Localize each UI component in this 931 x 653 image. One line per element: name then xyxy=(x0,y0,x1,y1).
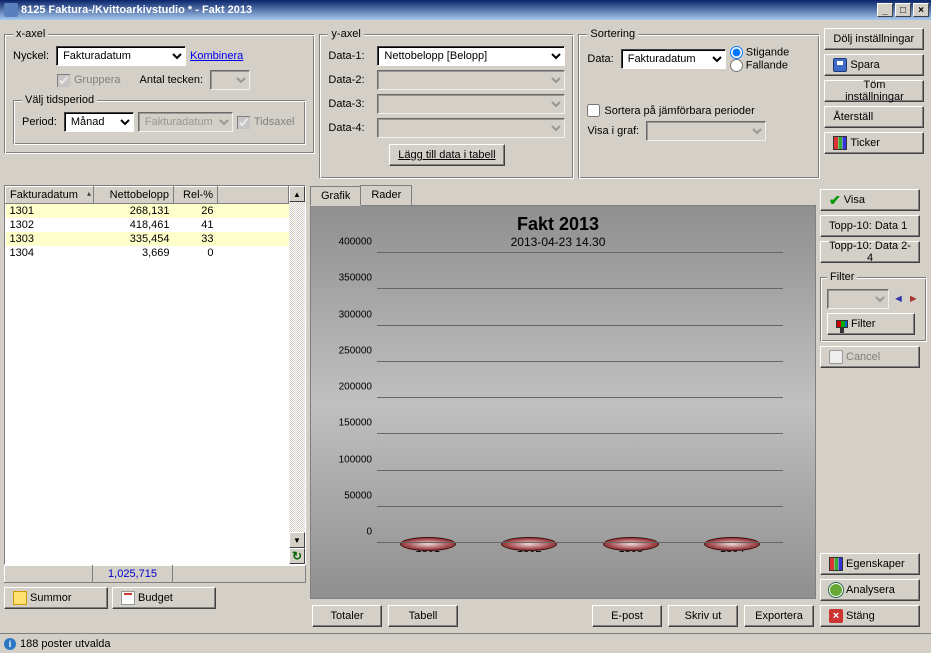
window-title-bar: 8125 Faktura-/Kvittoarkivstudio * - Fakt… xyxy=(0,0,931,20)
data-table: Fakturadatum▴ Nettobelopp Rel-% 1301268,… xyxy=(5,186,289,260)
properties-icon xyxy=(829,557,843,571)
table-row[interactable]: 1303335,45433 xyxy=(6,232,289,246)
chart-subtitle: 2013-04-23 14.30 xyxy=(329,235,787,249)
reset-button[interactable]: Återställ xyxy=(824,106,924,128)
compare-check[interactable] xyxy=(587,104,600,117)
minimize-button[interactable]: _ xyxy=(877,3,893,17)
analyze-icon xyxy=(829,583,843,597)
y-tick: 0 xyxy=(327,527,372,538)
budget-icon xyxy=(121,591,135,605)
tab-grafik[interactable]: Grafik xyxy=(310,186,361,206)
y-tick: 50000 xyxy=(327,490,372,501)
visa-button[interactable]: ✔Visa xyxy=(820,189,920,211)
tabell-button[interactable]: Tabell xyxy=(388,605,458,627)
app-icon xyxy=(4,3,18,17)
scroll-up-icon[interactable]: ▲ xyxy=(289,186,305,202)
y-tick: 400000 xyxy=(327,237,372,248)
window-title: 8125 Faktura-/Kvittoarkivstudio * - Fakt… xyxy=(21,4,252,16)
info-icon: i xyxy=(4,638,16,650)
hide-settings-button[interactable]: Dölj inställningar xyxy=(824,28,924,50)
budget-button[interactable]: Budget xyxy=(112,587,216,609)
y-tick: 100000 xyxy=(327,454,372,465)
tab-rader[interactable]: Rader xyxy=(360,185,412,205)
epost-button[interactable]: E-post xyxy=(592,605,662,627)
sort-asc-radio[interactable] xyxy=(730,46,743,59)
print-button[interactable]: Skriv ut xyxy=(668,605,738,627)
sort-group: Sortering Data: Fakturadatum Stigande Fa… xyxy=(578,28,820,179)
y-axis-group: y-axel Data-1:Nettobelopp [Belopp] Data-… xyxy=(319,28,574,179)
table-row[interactable]: 1301268,13126 xyxy=(6,204,289,219)
close-icon: × xyxy=(829,609,843,623)
scroll-down-icon[interactable]: ▼ xyxy=(289,532,305,548)
table-row[interactable]: 1302418,46141 xyxy=(6,218,289,232)
y-tick: 300000 xyxy=(327,309,372,320)
status-bar: i 188 poster utvalda xyxy=(0,633,931,653)
col-nettobelopp[interactable]: Nettobelopp xyxy=(94,187,174,204)
close-app-button[interactable]: ×Stäng xyxy=(820,605,920,627)
col-rel[interactable]: Rel-% xyxy=(174,187,218,204)
table-scrollbar[interactable]: ▲ ▼ ↻ xyxy=(289,186,305,564)
filter-button[interactable]: Filter xyxy=(827,313,915,335)
cancel-button: Cancel xyxy=(820,346,920,368)
data3-select[interactable] xyxy=(377,94,565,114)
data2-select[interactable] xyxy=(377,70,565,90)
period-field: Fakturadatum xyxy=(138,112,233,132)
save-button[interactable]: Spara xyxy=(824,54,924,76)
summor-button[interactable]: Summor xyxy=(4,587,108,609)
combine-link[interactable]: Kombinera xyxy=(190,50,243,62)
y-tick: 200000 xyxy=(327,382,372,393)
chars-select xyxy=(210,70,250,90)
group-check xyxy=(57,74,70,87)
clear-settings-button[interactable]: Töm inställningar xyxy=(824,80,924,102)
y-tick: 350000 xyxy=(327,273,372,284)
key-select[interactable]: Fakturadatum xyxy=(56,46,186,66)
sort-desc-radio[interactable] xyxy=(730,59,743,72)
chart-area: Fakt 2013 2013-04-23 14.30 0 50000 100000 1… xyxy=(310,206,816,599)
filter-icon xyxy=(836,320,848,328)
properties-button[interactable]: Egenskaper xyxy=(820,553,920,575)
period-select[interactable]: Månad xyxy=(64,112,134,132)
period-group: Välj tidsperiod Period: Månad Fakturadat… xyxy=(13,94,306,145)
cancel-icon xyxy=(829,350,843,364)
data4-select[interactable] xyxy=(377,118,565,138)
add-data-button[interactable]: Lägg till data i tabell xyxy=(389,144,504,166)
recalc-icon[interactable]: ↻ xyxy=(289,548,305,564)
chart-pane: Grafik Rader Fakt 2013 2013-04-23 14.30 … xyxy=(310,185,816,627)
filter-prev-icon[interactable]: ◄ xyxy=(893,293,904,305)
ticker-icon xyxy=(833,136,847,150)
sort-data-select[interactable]: Fakturadatum xyxy=(621,49,726,69)
totaler-button[interactable]: Totaler xyxy=(312,605,382,627)
col-fakturadatum[interactable]: Fakturadatum▴ xyxy=(6,187,94,204)
x-axis-group: x-axel Nyckel: Fakturadatum Kombinera Gr… xyxy=(4,28,315,154)
filter-group: Filter ◄ ► Filter xyxy=(820,271,927,342)
filter-next-icon[interactable]: ► xyxy=(908,293,919,305)
maximize-button[interactable]: □ xyxy=(895,3,911,17)
chart-title: Fakt 2013 xyxy=(329,214,787,235)
top10-data1-button[interactable]: Topp-10: Data 1 xyxy=(820,215,920,237)
check-icon: ✔ xyxy=(829,194,841,206)
right-toolbar: Dölj inställningar Spara Töm inställning… xyxy=(824,28,927,179)
export-button[interactable]: Exportera xyxy=(744,605,814,627)
analyze-button[interactable]: Analysera xyxy=(820,579,920,601)
data-table-pane: Fakturadatum▴ Nettobelopp Rel-% 1301268,… xyxy=(4,185,306,627)
filter-select[interactable] xyxy=(827,289,889,309)
table-row[interactable]: 13043,6690 xyxy=(6,246,289,260)
y-tick: 150000 xyxy=(327,418,372,429)
data1-select[interactable]: Nettobelopp [Belopp] xyxy=(377,46,565,66)
top10-data24-button[interactable]: Topp-10: Data 2-4 xyxy=(820,241,920,263)
total-value: 1,025,715 xyxy=(93,566,173,583)
show-graph-select[interactable] xyxy=(646,121,766,141)
y-tick: 250000 xyxy=(327,345,372,356)
ticker-button[interactable]: Ticker xyxy=(824,132,924,154)
save-icon xyxy=(833,58,847,72)
status-text: 188 poster utvalda xyxy=(20,638,111,650)
timeaxis-check xyxy=(237,116,250,129)
close-button[interactable]: × xyxy=(913,3,929,17)
sum-icon xyxy=(13,591,27,605)
